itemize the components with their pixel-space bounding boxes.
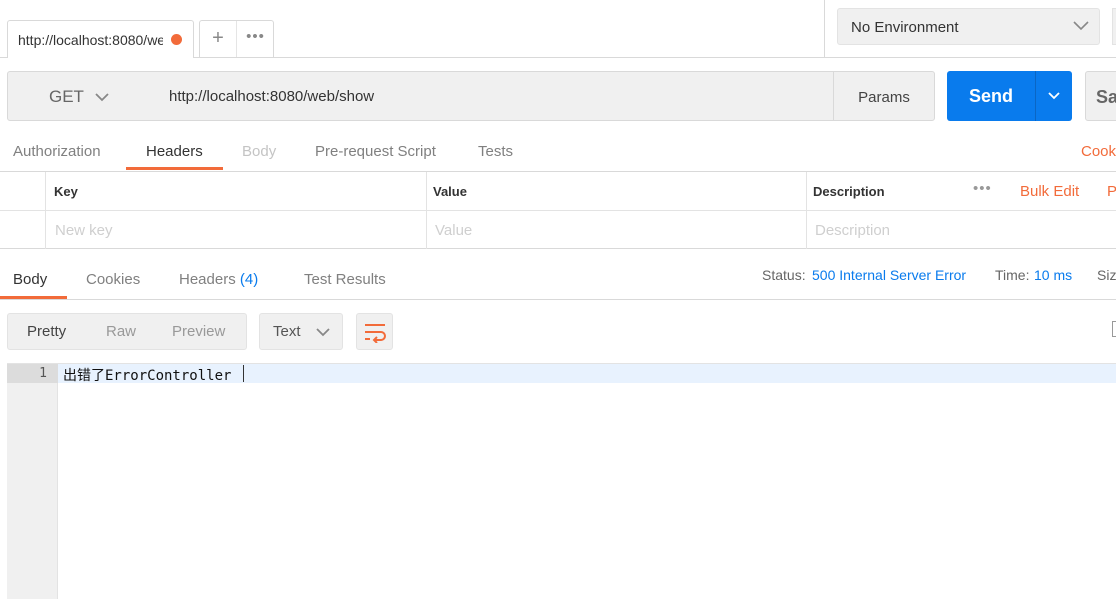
line-gutter: 1 [7,364,58,599]
value-input[interactable]: Value [435,222,472,239]
environment-select[interactable]: No Environment [837,8,1100,45]
environment-quick-look-button[interactable] [1112,8,1116,45]
save-button[interactable]: Sa [1085,71,1116,121]
active-tab-indicator [126,167,223,170]
status-label: Status: [762,267,806,283]
tab-bar: http://localhost:8080/web/show + ••• No … [0,0,1116,58]
method-select[interactable]: GET [7,71,152,121]
params-label: Params [858,89,910,106]
environment-label: No Environment [851,19,959,36]
more-options-icon[interactable]: ••• [973,180,992,197]
tab-headers[interactable]: Headers [146,143,203,160]
line-number: 1 [39,366,47,381]
response-tab-body[interactable]: Body [13,271,47,288]
send-button[interactable]: Send [947,71,1035,121]
column-header-description: Description [813,184,885,199]
response-tab-cookies[interactable]: Cookies [86,271,140,288]
presets-link[interactable]: P [1107,183,1116,200]
copy-icon[interactable] [1112,321,1116,337]
view-raw-button[interactable]: Raw [106,323,136,340]
cookies-link[interactable]: Cook [1081,143,1116,160]
time-label: Time: [995,267,1030,283]
chevron-down-icon [95,93,109,102]
bulk-edit-link[interactable]: Bulk Edit [1020,183,1079,200]
chevron-down-icon [1048,92,1060,100]
chevron-down-icon [316,328,330,337]
params-button[interactable]: Params [833,71,935,121]
add-tab-button[interactable]: + [200,21,237,57]
row-divider [0,210,1116,211]
tab-actions: + ••• [199,20,274,57]
format-label: Text [273,323,301,340]
column-header-key: Key [54,184,78,199]
wrap-lines-icon [365,324,386,343]
send-options-button[interactable] [1035,71,1072,121]
format-select[interactable]: Text [259,313,343,350]
key-input[interactable]: New key [55,222,113,239]
size-label: Siz [1097,267,1116,283]
tab-pre-request-script[interactable]: Pre-request Script [315,143,436,160]
request-tab-title: http://localhost:8080/web/show [18,32,163,48]
headers-table: Key Value Description ••• Bulk Edit P Ne… [0,171,1116,249]
view-preview-button[interactable]: Preview [172,323,225,340]
description-input[interactable]: Description [815,222,890,239]
url-input[interactable]: http://localhost:8080/web/show [151,71,834,121]
view-pretty-button[interactable]: Pretty [27,323,66,340]
response-tab-test-results[interactable]: Test Results [304,271,386,288]
column-header-value: Value [433,184,467,199]
more-tabs-button[interactable]: ••• [237,21,274,57]
send-label: Send [968,86,1013,106]
view-mode-group: Pretty Raw Preview [7,313,247,350]
chevron-down-icon [1073,21,1089,31]
active-response-tab-indicator [0,296,67,299]
unsaved-dot-icon [171,34,182,45]
tab-authorization[interactable]: Authorization [13,143,101,160]
response-tab-headers-label: Headers [179,271,236,288]
headers-count: (4) [239,271,259,288]
wrap-lines-button[interactable] [356,313,393,350]
save-label: Sa [1096,87,1116,107]
tab-tests[interactable]: Tests [478,143,513,160]
text-caret [243,365,244,382]
response-body-editor[interactable]: 1 出错了ErrorController [7,363,1116,599]
method-label: GET [49,87,84,106]
response-bar: Body Cookies Headers (4) Test Results St… [0,250,1116,300]
request-tab[interactable]: http://localhost:8080/web/show [7,20,194,58]
response-tab-headers[interactable]: Headers (4) [179,271,258,288]
divider [824,0,825,58]
tab-body[interactable]: Body [242,143,276,160]
code-line: 出错了ErrorController [63,368,232,384]
url-text: http://localhost:8080/web/show [169,88,375,105]
status-value[interactable]: 500 Internal Server Error [812,267,966,283]
time-value[interactable]: 10 ms [1034,267,1072,283]
